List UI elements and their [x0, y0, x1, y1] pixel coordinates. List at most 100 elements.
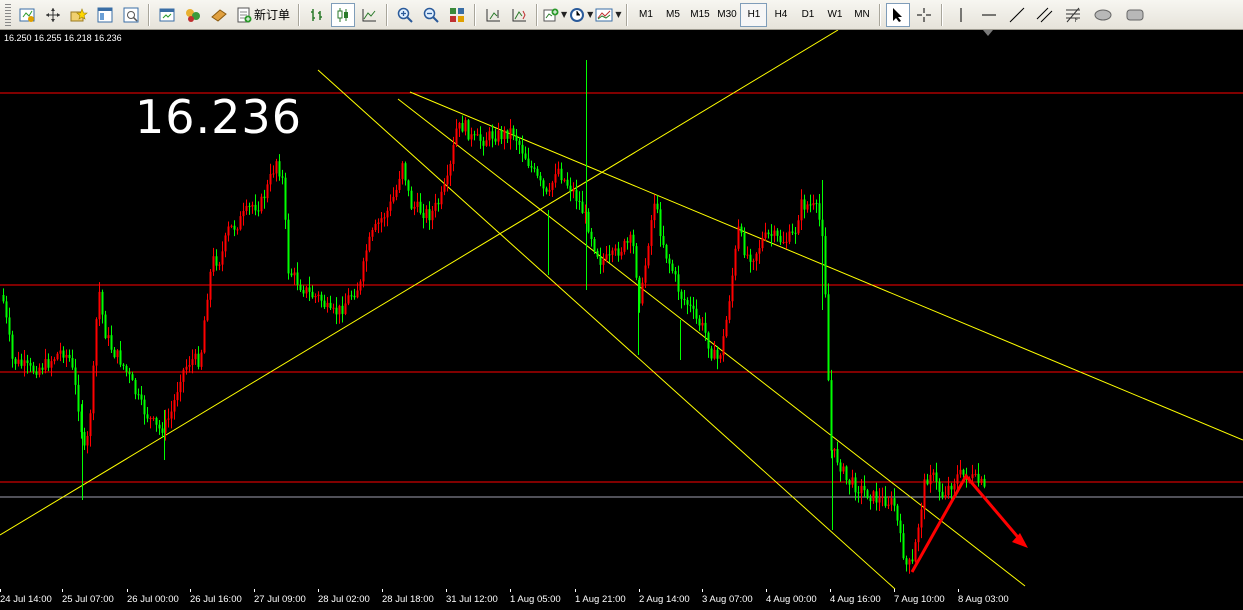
- navigator-button[interactable]: [119, 3, 143, 27]
- candle-body: [269, 173, 272, 185]
- candle-body: [146, 414, 149, 419]
- candle-body: [242, 211, 245, 217]
- periods-button[interactable]: ▼: [569, 3, 593, 27]
- crosshair-button[interactable]: [912, 3, 936, 27]
- timeframe-m5-button[interactable]: M5: [659, 3, 686, 27]
- time-axis-tick: [446, 589, 447, 592]
- candle-body: [245, 205, 248, 212]
- timeframe-h1-button[interactable]: H1: [740, 2, 768, 27]
- timeframe-w1-button[interactable]: W1: [821, 3, 848, 27]
- candle-body: [677, 274, 680, 292]
- templates-button[interactable]: ▼: [595, 3, 621, 27]
- trendline-button[interactable]: [1004, 3, 1030, 27]
- candle-body: [740, 226, 743, 233]
- candle-body: [443, 184, 446, 192]
- candle-body: [668, 258, 671, 264]
- candle-body: [434, 202, 437, 211]
- timeframe-h4-button[interactable]: H4: [767, 3, 794, 27]
- candle-body: [764, 232, 767, 238]
- vertical-line-button[interactable]: [948, 3, 974, 27]
- candle-body: [323, 300, 326, 308]
- timeframe-m15-button[interactable]: M15: [686, 3, 713, 27]
- chart-shift-button[interactable]: [507, 3, 531, 27]
- history-icon: [211, 8, 227, 22]
- candle-body: [161, 428, 164, 433]
- bar-chart-button[interactable]: [305, 3, 329, 27]
- horizontal-line-button[interactable]: [976, 3, 1002, 27]
- candle-body: [218, 264, 221, 266]
- rectangle-button[interactable]: [1120, 3, 1150, 27]
- data-window-icon: [97, 7, 113, 22]
- auto-scroll-button[interactable]: [481, 3, 505, 27]
- timeframe-group: M1 M5 M15 M30 H1 H4 D1 W1 MN: [632, 2, 875, 27]
- candle-body: [617, 248, 620, 256]
- new-order-button[interactable]: 新订单: [233, 3, 293, 27]
- timeframe-mn-button[interactable]: MN: [848, 3, 875, 27]
- tile-windows-button[interactable]: [445, 3, 469, 27]
- candle-body: [35, 371, 38, 375]
- price-chart[interactable]: 16.250 16.255 16.218 16.236 16.236 24 Ju…: [0, 30, 1243, 610]
- candle-body: [653, 203, 656, 221]
- timeframe-d1-button[interactable]: D1: [794, 3, 821, 27]
- candle-body: [368, 236, 371, 251]
- zoom-in-icon: [397, 7, 413, 23]
- candle-body: [470, 134, 473, 140]
- candle-body: [356, 290, 359, 298]
- line-chart-button[interactable]: [357, 3, 381, 27]
- zoom-out-button[interactable]: [419, 3, 443, 27]
- cursor-button[interactable]: [886, 2, 911, 27]
- candle-body: [980, 478, 983, 483]
- candle-body: [116, 350, 119, 358]
- indicators-button[interactable]: ▼: [543, 3, 567, 27]
- candle-body: [359, 281, 362, 291]
- candle-body: [284, 177, 287, 220]
- toolbar-grip[interactable]: [5, 3, 11, 26]
- candle-body: [401, 163, 404, 179]
- candle-body: [251, 204, 254, 207]
- candle-body: [101, 291, 104, 315]
- candle-body: [488, 131, 491, 141]
- data-window-button[interactable]: [93, 3, 117, 27]
- candle-body: [932, 472, 935, 475]
- vertical-line-icon: [960, 7, 962, 22]
- candle-body: [200, 352, 203, 367]
- time-axis-label: 4 Aug 00:00: [766, 594, 817, 605]
- history-button[interactable]: [207, 3, 231, 27]
- candle-body: [695, 308, 698, 319]
- move-button[interactable]: [41, 3, 65, 27]
- zoom-in-button[interactable]: [393, 3, 417, 27]
- chart-shift-marker[interactable]: [983, 30, 993, 36]
- forecast-arrow-line: [910, 473, 1024, 573]
- candle-body: [644, 265, 647, 283]
- candle-body: [380, 218, 383, 223]
- time-axis-label: 26 Jul 16:00: [190, 594, 242, 605]
- timeframe-m1-button[interactable]: M1: [632, 3, 659, 27]
- chevron-down-icon: ▼: [615, 10, 622, 19]
- candle-body: [836, 449, 839, 463]
- ellipse-button[interactable]: [1088, 3, 1118, 27]
- candle-body: [608, 254, 611, 256]
- candle-body: [830, 380, 833, 451]
- experts-button[interactable]: [181, 3, 205, 27]
- candle-body: [893, 498, 896, 506]
- timeframe-m30-button[interactable]: M30: [713, 3, 740, 27]
- time-axis-tick: [318, 589, 319, 592]
- svg-text:F: F: [1075, 18, 1078, 23]
- favorites-button[interactable]: [67, 3, 91, 27]
- candle-body: [386, 210, 389, 218]
- new-chart-button[interactable]: [15, 3, 39, 27]
- fibonacci-button[interactable]: F: [1060, 3, 1086, 27]
- candle-body: [518, 140, 521, 145]
- terminal-button[interactable]: [155, 3, 179, 27]
- candle-body: [806, 204, 809, 210]
- candle-body: [533, 167, 536, 169]
- candle-body: [89, 413, 92, 437]
- time-axis-tick: [510, 589, 511, 592]
- candle-body: [431, 210, 434, 221]
- candle-body: [497, 130, 500, 142]
- candle-body: [605, 254, 608, 260]
- candle-body: [176, 392, 179, 401]
- equidistant-channel-button[interactable]: [1032, 3, 1058, 27]
- candle-body: [728, 301, 731, 320]
- candlestick-button[interactable]: [331, 2, 356, 27]
